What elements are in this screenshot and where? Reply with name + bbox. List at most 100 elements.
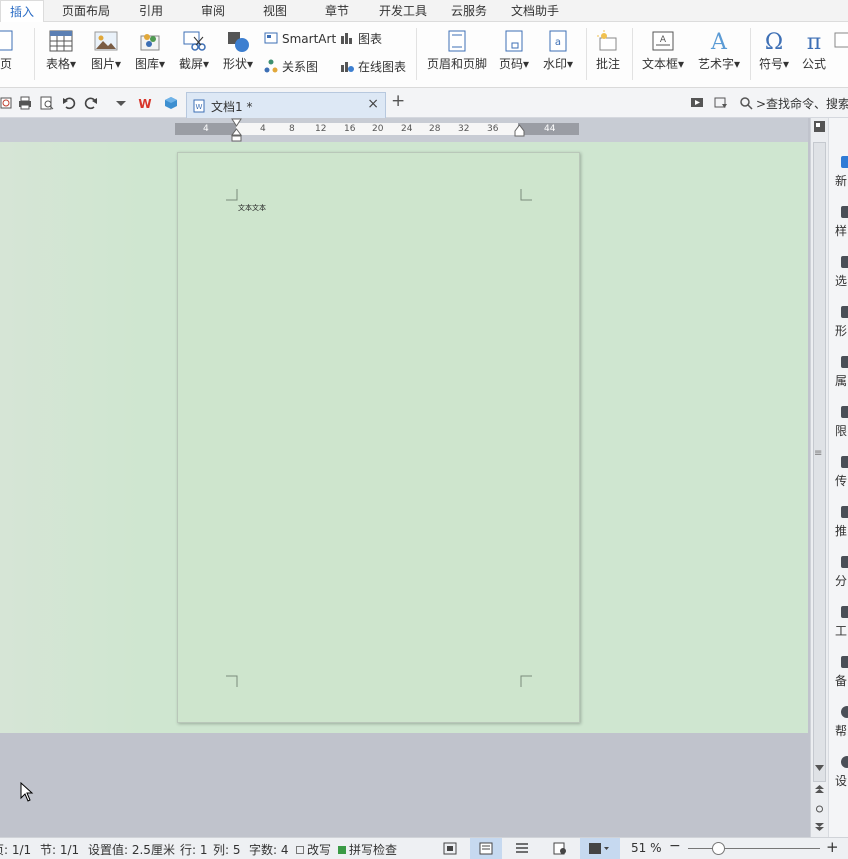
textbox-icon: A bbox=[652, 31, 674, 51]
divider bbox=[632, 28, 633, 80]
document-icon: W bbox=[193, 99, 205, 113]
screenshot-button[interactable]: 截屏▾ bbox=[174, 22, 214, 72]
status-setting[interactable]: 设置值: 2.5厘米 bbox=[88, 841, 175, 858]
task-pane-recommend[interactable]: 推 bbox=[835, 506, 848, 539]
margin-corner-bottom-left bbox=[226, 675, 238, 687]
status-revise[interactable]: 改写 bbox=[296, 841, 331, 858]
status-page[interactable]: 页: 1/1 bbox=[0, 841, 31, 858]
scroll-down-icon[interactable] bbox=[814, 764, 825, 772]
margin-corner-top-left bbox=[226, 189, 238, 201]
tab-cloud[interactable]: 云服务 bbox=[446, 0, 492, 22]
ruler-number: 4 bbox=[203, 124, 209, 134]
search-icon[interactable] bbox=[739, 96, 753, 110]
smartart-button[interactable]: SmartArt bbox=[264, 30, 336, 48]
online-chart-button[interactable]: 在线图表 bbox=[340, 58, 406, 76]
status-spellcheck[interactable]: 拼写检查 bbox=[338, 841, 397, 858]
shape-button[interactable]: 形状▾ bbox=[218, 22, 258, 72]
wordart-button[interactable]: A 艺术字▾ bbox=[694, 22, 744, 72]
more-button[interactable] bbox=[834, 22, 848, 55]
chart-button[interactable]: 图表 bbox=[340, 30, 382, 48]
task-pane-style[interactable]: 样 bbox=[835, 206, 848, 239]
eye-protection-button[interactable] bbox=[580, 838, 620, 859]
page-button[interactable]: 页 bbox=[0, 22, 18, 72]
status-section[interactable]: 节: 1/1 bbox=[40, 841, 79, 858]
preview-icon[interactable] bbox=[40, 96, 54, 110]
task-pane-backup[interactable]: 备 bbox=[835, 656, 848, 689]
document-tab[interactable]: W 文档1 * × bbox=[186, 92, 386, 118]
ruler-number: 44 bbox=[544, 124, 556, 134]
task-pane-select[interactable]: 选 bbox=[835, 256, 848, 289]
close-tab-button[interactable]: × bbox=[367, 96, 379, 112]
divider bbox=[34, 28, 35, 80]
page-view-button[interactable] bbox=[470, 838, 502, 859]
web-view-button[interactable] bbox=[544, 838, 576, 859]
picture-button[interactable]: 图片▾ bbox=[86, 22, 126, 72]
status-word-count[interactable]: 字数: 4 bbox=[249, 841, 289, 858]
document-body-text[interactable]: 文本文本 bbox=[238, 203, 266, 213]
page-number-button[interactable]: 页码▾ bbox=[494, 22, 534, 72]
status-row[interactable]: 行: 1 bbox=[180, 841, 208, 858]
style-icon bbox=[841, 206, 848, 218]
zoom-slider-thumb[interactable] bbox=[712, 842, 725, 855]
outline-view-button[interactable] bbox=[506, 838, 538, 859]
vertical-scrollbar[interactable]: ≡ bbox=[810, 118, 828, 837]
print-icon[interactable] bbox=[18, 96, 32, 110]
textbox-button[interactable]: A 文本框▾ bbox=[638, 22, 688, 72]
tab-developer[interactable]: 开发工具 bbox=[374, 0, 432, 22]
watermark-button[interactable]: a 水印▾ bbox=[538, 22, 578, 72]
task-pane-settings[interactable]: 设 bbox=[835, 756, 848, 789]
tab-doc-assistant[interactable]: 文档助手 bbox=[506, 0, 564, 22]
select-browse-icon[interactable] bbox=[814, 804, 825, 814]
share-icon[interactable] bbox=[714, 96, 728, 110]
comment-button[interactable]: 批注 bbox=[590, 22, 626, 72]
view-toggle-icon[interactable] bbox=[813, 120, 826, 133]
undo-icon[interactable] bbox=[62, 96, 76, 110]
symbol-button[interactable]: Ω 符号▾ bbox=[754, 22, 794, 72]
indent-marker[interactable] bbox=[231, 118, 242, 142]
table-icon bbox=[49, 30, 73, 52]
zoom-in-button[interactable]: + bbox=[826, 838, 839, 856]
cube-icon[interactable] bbox=[164, 96, 178, 110]
status-column[interactable]: 列: 5 bbox=[213, 841, 241, 858]
ruler-number: 36 bbox=[487, 124, 499, 134]
task-pane-share[interactable]: 分 bbox=[835, 556, 848, 589]
task-pane-transfer[interactable]: 传 bbox=[835, 456, 848, 489]
zoom-out-button[interactable]: − bbox=[669, 838, 681, 854]
svg-text:W: W bbox=[138, 97, 151, 110]
document-workspace: 文本文本 bbox=[0, 142, 808, 733]
chevron-down-icon[interactable] bbox=[114, 96, 128, 110]
wps-logo-icon[interactable]: W bbox=[138, 96, 152, 110]
task-pane-help[interactable]: 帮 bbox=[835, 706, 848, 739]
next-page-icon[interactable] bbox=[814, 822, 825, 832]
right-indent-marker[interactable] bbox=[514, 123, 525, 137]
zoom-slider-track[interactable] bbox=[688, 848, 820, 849]
ruler-number: 4 bbox=[260, 124, 266, 134]
tab-view[interactable]: 视图 bbox=[258, 0, 292, 22]
task-pane-properties[interactable]: 属 bbox=[835, 356, 848, 389]
gallery-button[interactable]: 图库▾ bbox=[130, 22, 170, 72]
play-icon[interactable] bbox=[690, 96, 704, 110]
tab-section[interactable]: 章节 bbox=[320, 0, 354, 22]
task-pane-tools[interactable]: 工 bbox=[835, 606, 848, 639]
task-pane-shape[interactable]: 形 bbox=[835, 306, 848, 339]
tab-page-layout[interactable]: 页面布局 bbox=[58, 0, 114, 22]
fullscreen-button[interactable] bbox=[434, 838, 466, 859]
zoom-level[interactable]: 51 % bbox=[631, 841, 662, 855]
new-tab-button[interactable]: + bbox=[391, 91, 405, 111]
relation-chart-button[interactable]: 关系图 bbox=[264, 58, 318, 76]
command-search-input[interactable]: >查找命令、搜索 bbox=[756, 95, 848, 112]
tab-references[interactable]: 引用 bbox=[134, 0, 168, 22]
tab-insert[interactable]: 插入 bbox=[0, 0, 44, 23]
header-footer-button[interactable]: 页眉和页脚 bbox=[424, 22, 490, 72]
document-page[interactable]: 文本文本 bbox=[177, 152, 580, 723]
formula-button[interactable]: π 公式 bbox=[796, 22, 832, 72]
select-icon bbox=[841, 256, 848, 268]
table-button[interactable]: 表格▾ bbox=[42, 22, 80, 72]
prev-page-icon[interactable] bbox=[814, 784, 825, 794]
print-preview-icon[interactable] bbox=[0, 96, 14, 110]
scrollbar-thumb[interactable] bbox=[813, 142, 826, 782]
task-pane-restrict[interactable]: 限 bbox=[835, 406, 848, 439]
task-pane-new[interactable]: 新 bbox=[835, 156, 848, 189]
tab-review[interactable]: 审阅 bbox=[196, 0, 230, 22]
redo-icon[interactable] bbox=[84, 96, 98, 110]
